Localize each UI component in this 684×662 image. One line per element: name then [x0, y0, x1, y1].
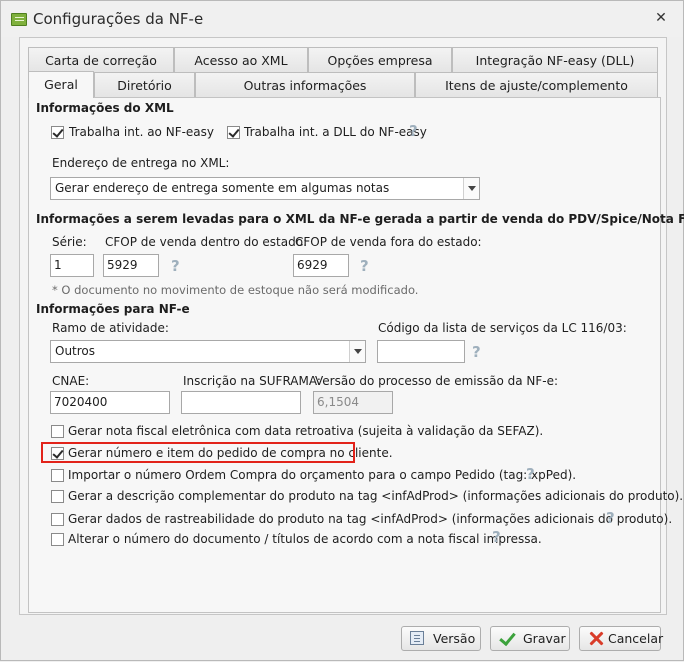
- cnae-input[interactable]: 7020400: [50, 391, 170, 414]
- serie-label: Série:: [52, 235, 87, 249]
- panel-content: Informações do XML Trabalha int. ao NF-e…: [1, 1, 684, 662]
- label-nfeasy: Trabalha int. ao NF-easy: [69, 125, 215, 139]
- endereco-label: Endereço de entrega no XML:: [52, 156, 230, 170]
- label-rastreabilidade: Gerar dados de rastreabilidade do produt…: [68, 512, 673, 526]
- section-title-pdv: Informações a serem levadas para o XML d…: [36, 212, 684, 226]
- checkbox-data-retroativa[interactable]: [51, 425, 64, 438]
- codigo-servicos-input[interactable]: [377, 340, 465, 363]
- help-icon[interactable]: ?: [409, 122, 418, 140]
- endereco-entrega-value: Gerar endereço de entrega somente em alg…: [55, 181, 390, 195]
- help-icon[interactable]: ?: [492, 528, 501, 546]
- checkbox-descricao-complementar[interactable]: [51, 490, 64, 503]
- section-title-xml: Informações do XML: [36, 101, 174, 115]
- highlight-annotation: [41, 442, 355, 463]
- chevron-down-icon[interactable]: [349, 341, 365, 362]
- estoque-note: * O documento no movimento de estoque nã…: [52, 283, 419, 297]
- help-icon[interactable]: ?: [360, 257, 369, 275]
- checkbox-nfeasy[interactable]: [51, 126, 64, 139]
- codigo-servicos-label: Código da lista de serviços da LC 116/03…: [378, 321, 627, 335]
- chevron-down-icon[interactable]: [463, 178, 479, 199]
- cfop-fora-label: CFOP de venda fora do estado:: [295, 235, 482, 249]
- label-ordem-compra: Importar o número Ordem Compra do orçame…: [68, 468, 577, 482]
- section-title-nfe: Informações para NF-e: [36, 302, 190, 316]
- label-descricao-complementar: Gerar a descrição complementar do produt…: [68, 489, 684, 503]
- dialog-window: Configurações da NF-e ✕ Carta de correçã…: [0, 0, 684, 661]
- label-data-retroativa: Gerar nota fiscal eletrônica com data re…: [68, 424, 544, 438]
- label-alterar-numero: Alterar o número do documento / títulos …: [68, 532, 542, 546]
- checkbox-rastreabilidade[interactable]: [51, 513, 64, 526]
- serie-input[interactable]: 1: [50, 254, 94, 277]
- cnae-label: CNAE:: [52, 374, 90, 388]
- cfop-dentro-label: CFOP de venda dentro do estado:: [105, 235, 308, 249]
- checkbox-dll-nfeasy[interactable]: [227, 126, 240, 139]
- label-dll-nfeasy: Trabalha int. a DLL do NF-easy: [244, 125, 427, 139]
- endereco-entrega-select[interactable]: Gerar endereço de entrega somente em alg…: [50, 177, 480, 200]
- help-icon[interactable]: ?: [171, 257, 180, 275]
- cfop-fora-input[interactable]: 6929: [293, 254, 349, 277]
- checkbox-ordem-compra[interactable]: [51, 469, 64, 482]
- help-icon[interactable]: ?: [526, 465, 535, 483]
- ramo-label: Ramo de atividade:: [52, 321, 169, 335]
- cfop-dentro-input[interactable]: 5929: [103, 254, 159, 277]
- help-icon[interactable]: ?: [472, 343, 481, 361]
- versao-processo-label: Versão do processo de emissão da NF-e:: [315, 374, 559, 388]
- suframa-input[interactable]: [181, 391, 301, 414]
- versao-processo-input: 6,1504: [313, 391, 393, 414]
- checkbox-alterar-numero[interactable]: [51, 533, 64, 546]
- help-icon[interactable]: ?: [606, 509, 615, 527]
- ramo-atividade-value: Outros: [55, 344, 96, 358]
- suframa-label: Inscrição na SUFRAMA:: [183, 374, 321, 388]
- ramo-atividade-select[interactable]: Outros: [50, 340, 366, 363]
